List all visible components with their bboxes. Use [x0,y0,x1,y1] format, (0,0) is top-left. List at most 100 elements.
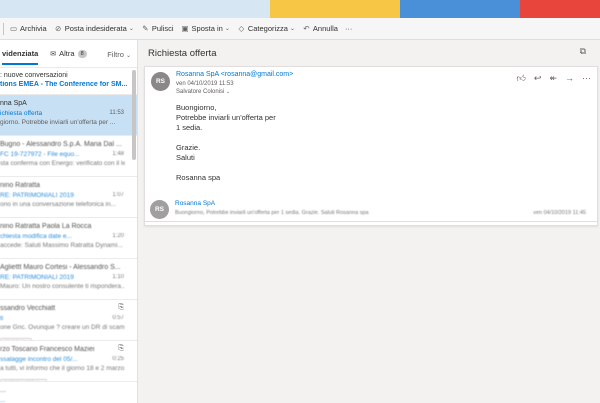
list-item-sender: rzo Toscano Francesco Maziei [0,346,95,353]
sweep-label: Pulisci [151,24,174,33]
list-item-sender: Bugno - Alessandro S.p.A. Maria Dal ... [0,141,122,148]
message-list: nna SpA ichiesta offerta giorno. Potrebbe … [0,95,137,403]
list-item-subject: chiesta modifica date e... [0,233,72,240]
body-line: Saluti [176,153,195,162]
list-item-sender: nna SpA [0,100,27,107]
message-date: ven 04/10/2019 11:53 [176,81,234,87]
forward-icon[interactable]: → [565,73,574,84]
conversation-subject: Richiesta offerta [148,48,217,59]
inbox-tabs: videnziata ✉ Altra 8 Filtro ⌄ [0,40,137,68]
banner-red-block [520,0,600,18]
list-item-time: 11:53 [109,110,124,116]
list-item-time: 1:10 [112,274,124,280]
tab-focused-label: videnziata [2,48,39,58]
more-button[interactable]: ··· [345,24,353,33]
reply-all-icon[interactable]: ↞ [549,73,557,84]
other-count-badge: 8 [77,49,87,58]
list-item-subject: ssalagge incontro del 05/... [0,356,78,363]
body-line: Potrebbe inviarli un'offerta per [176,113,276,122]
categorize-button[interactable]: ◇ Categorizza ⌄ [237,24,295,33]
list-scrollbar[interactable] [132,70,136,160]
avatar[interactable]: RS [151,72,170,91]
toolbar-separator [3,22,4,35]
list-item-time: 1:20 [112,233,124,239]
body-line: 1 sedia. [176,123,203,132]
recipient-name: Salvatore Colonisi [176,89,225,95]
list-item[interactable]: nino Ratratta RE: PATRIMONIALI 2019 ono in… [0,177,137,218]
list-item-time: 1:07 [112,192,124,198]
banner-yellow-block [270,0,400,18]
chevron-down-icon: ⌄ [289,26,295,32]
tab-other[interactable]: ✉ Altra 8 [50,49,87,58]
command-toolbar: ▭ Archivia ⊘ Posta indesiderata ⌄ ✎ Pulisci … [0,18,600,40]
list-item[interactable]: Agliettt Mauro Cortesi - Alessandro S...… [0,259,137,300]
list-item[interactable]: nna SpA ichiesta offerta giorno. Potrebbe … [0,95,137,136]
ad-banner[interactable]: tions EMEA - The Conference for SM... [0,81,137,95]
list-item-sender: nino Ratratta [0,182,41,189]
archive-icon: ▭ [9,24,18,33]
chevron-down-icon: ⌄ [125,53,131,59]
archive-label: Archivia [20,24,47,33]
tab-other-label: Altra [59,49,75,58]
list-item[interactable]: nino Ratratta Paola La Rocca chiesta modi… [0,218,137,259]
list-item-subject: RE: PATRIMONIALI 2019 [0,274,74,281]
new-conversations-notice[interactable]: : nuove conversazioni [0,68,137,81]
tag-icon: ◇ [238,24,245,33]
chevron-down-icon: ⌄ [224,26,230,32]
like-icon[interactable]: 👍︎ [517,73,526,84]
list-item[interactable]: rzo Toscano Francesco Maziei ssalagge inc… [0,341,137,382]
list-item-preview: accede: Saluti Massimo Ratratta Dynami..… [0,242,123,249]
list-item-preview: one Gnc. Ovunque ? creare un DR di scamb… [0,324,125,331]
paperclip-icon: ⎘ [118,345,124,352]
avatar: RS [150,200,169,219]
filter-label: Filtro [107,50,124,59]
collapsed-message[interactable]: RS Rosanna SpA Buongiorno, Potrebbe invi… [144,197,598,223]
move-label: Sposta in [191,24,223,33]
block-icon: ⊘ [55,24,62,33]
sender-name[interactable]: Rosanna SpA <rosanna@gmail.com> [176,71,293,78]
list-item-time: 0:57 [112,315,124,321]
list-item-sender: ... [0,387,6,394]
list-item-time: 0:25 [112,356,124,362]
more-label: ··· [344,24,353,33]
sweep-button[interactable]: ✎ Pulisci [141,24,174,33]
recipient[interactable]: Salvatore Colonisi ⌄ [176,89,230,95]
list-item[interactable]: Bugno - Alessandro S.p.A. Maria Dal ... F… [0,136,137,177]
collapsed-sender: Rosanna SpA [175,200,216,207]
list-item-sender: ssandro Vecchiatt [0,305,56,312]
reading-pane: Richiesta offerta ⧉ RS Rosanna SpA <rosa… [138,40,600,403]
list-item-preview: a tutti, vi informo che il giorno 18 e 2… [0,365,125,372]
undo-label: Annulla [312,24,338,33]
popout-icon[interactable]: ⧉ [580,46,586,57]
list-item-preview: ono in una conversazione telefonica in..… [0,201,116,208]
folder-move-icon: ▣ [181,24,189,33]
list-item-subject: ... [0,397,6,403]
divider [144,221,598,222]
filter-button[interactable]: Filtro ⌄ [107,50,131,59]
junk-label: Posta indesiderata [64,24,127,33]
new-conversations-label: nuove conversazioni [3,72,68,79]
undo-button[interactable]: ↶ Annulla [302,24,338,33]
categorize-label: Categorizza [247,24,288,33]
reply-icon[interactable]: ↩ [534,73,542,84]
archive-button[interactable]: ▭ Archivia [9,24,47,33]
list-item-preview: sta conferma con Energo: verificato con … [0,160,125,167]
top-banner [0,0,600,18]
tab-focused[interactable]: videnziata [2,40,39,68]
message-actions: 👍︎ ↩ ↞ → ··· [509,73,592,84]
junk-button[interactable]: ⊘ Posta indesiderata ⌄ [54,24,134,33]
collapsed-date: ven 04/10/2019 11:45 [533,210,586,216]
more-actions-icon[interactable]: ··· [582,73,591,84]
body-line: Buongiorno, [176,103,217,112]
list-item-sender: Agliettt Mauro Cortesi - Alessandro S... [0,264,121,271]
paperclip-icon: ⎘ [118,304,124,311]
list-item[interactable]: ssandro Vecchiatt ti one Gnc. Ovunque ? cr… [0,300,137,341]
undo-icon: ↶ [303,24,310,33]
list-item[interactable]: ......... [0,382,137,403]
mail-icon: ✉ [50,50,57,58]
body-line: Grazie. [176,143,201,152]
list-item-subject: ti [0,315,4,322]
move-to-button[interactable]: ▣ Sposta in ⌄ [181,24,230,33]
message-body: Buongiorno, Potrebbe inviarli un'offerta… [176,103,276,183]
